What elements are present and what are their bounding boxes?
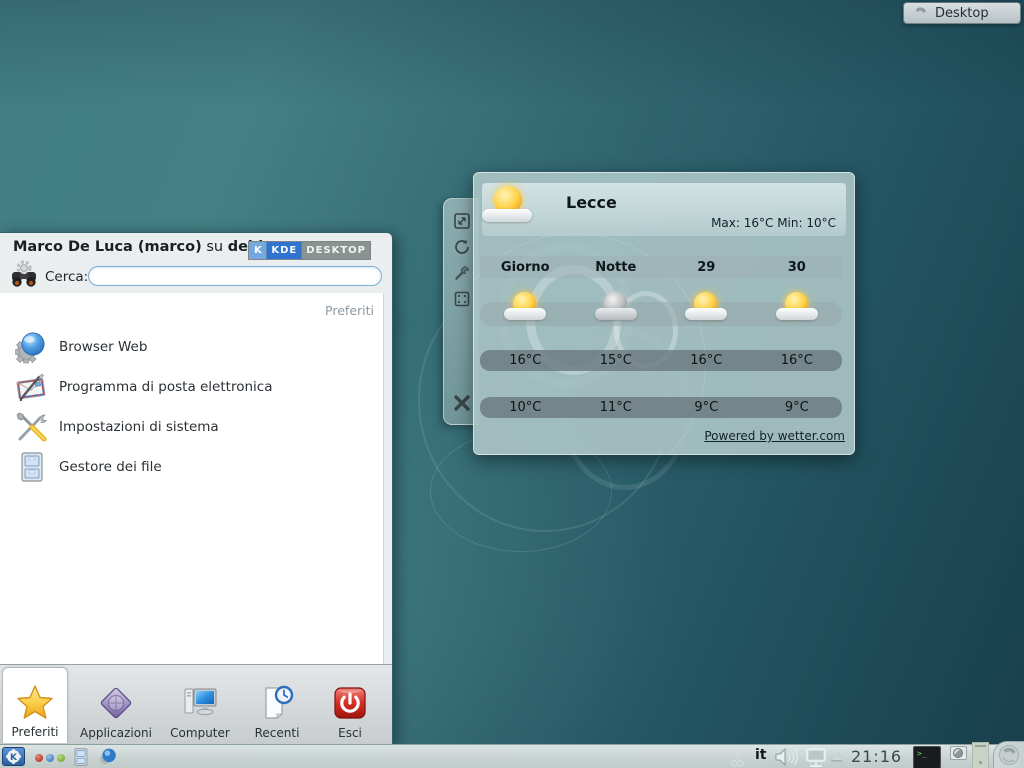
tab-applicazioni[interactable]: Applicazioni — [77, 668, 155, 744]
tab-label: Applicazioni — [80, 726, 152, 740]
favorite-item-label: Impostazioni di sistema — [59, 419, 219, 435]
search-input[interactable] — [88, 266, 382, 286]
low-temp: 9°C — [752, 400, 843, 415]
favorite-item-browser[interactable]: Browser Web — [0, 327, 384, 367]
weather-col: Giorno — [480, 260, 571, 275]
kmail-envelope-icon — [15, 370, 49, 404]
favorite-item-label: Browser Web — [59, 339, 147, 355]
weather-low-temps: 10°C 11°C 9°C 9°C — [480, 397, 842, 418]
resize-icon[interactable] — [453, 212, 471, 230]
weather-column-headers: Giorno Notte 29 30 — [480, 256, 842, 278]
weather-col: 30 — [752, 260, 843, 275]
quicklaunch-blue-icon[interactable] — [46, 754, 54, 762]
kickoff-tab-bar: Preferiti Applicazioni — [0, 664, 392, 744]
weather-col: 29 — [661, 260, 752, 275]
favorite-item-mail[interactable]: Programma di posta elettronica — [0, 367, 384, 407]
sun-cloud-icon — [502, 290, 548, 326]
sun-cloud-icon — [482, 183, 534, 227]
favorite-item-filemanager[interactable]: Gestore dei file — [0, 447, 384, 487]
digital-clock[interactable]: 21:16 — [851, 747, 902, 766]
high-temp: 15°C — [571, 353, 662, 368]
weather-header: Lecce Max: 16°C Min: 10°C — [482, 183, 846, 236]
kickoff-favorites-list: Preferiti — [0, 293, 391, 667]
file-manager-cabinet-icon[interactable] — [71, 747, 91, 767]
system-settings-tools-icon — [15, 410, 49, 444]
weather-tray-icon[interactable]: °C — [947, 745, 969, 768]
klipper-scissors-icon[interactable] — [727, 747, 748, 768]
configure-wrench-icon[interactable] — [453, 264, 471, 282]
computer-monitor-icon — [181, 684, 219, 722]
tab-computer[interactable]: Computer — [163, 668, 237, 744]
konqueror-globe-icon[interactable] — [99, 747, 118, 766]
konsole-terminal-icon[interactable]: >_ — [913, 746, 941, 768]
kickoff-user-title: Marco De Luca (marco) su debian — [13, 239, 283, 255]
weather-maxmin: Max: 16°C Min: 10°C — [711, 216, 836, 230]
low-temp: 9°C — [661, 400, 752, 415]
user-name: Marco De Luca (marco) — [13, 239, 202, 255]
low-temp: 10°C — [480, 400, 571, 415]
high-temp: 16°C — [752, 353, 843, 368]
power-icon — [331, 684, 369, 722]
bottom-panel: K — [0, 744, 1024, 768]
keyboard-layout-indicator[interactable]: it — [755, 747, 767, 763]
low-temp: 11°C — [571, 400, 662, 415]
high-temp: 16°C — [480, 353, 571, 368]
tray-expand-arrow-icon[interactable] — [831, 753, 843, 760]
sun-cloud-icon — [683, 290, 729, 326]
plasma-cashew-icon — [913, 6, 928, 21]
applications-diamond-icon — [97, 684, 135, 722]
wetter-credit-link[interactable]: Powered by wetter.com — [704, 429, 845, 443]
maximize-icon[interactable] — [453, 290, 471, 308]
search-binoculars-icon — [8, 259, 40, 291]
weather-high-temps: 16°C 15°C 16°C 16°C — [480, 350, 842, 371]
panel-cashew-icon[interactable] — [993, 741, 1024, 768]
close-icon[interactable] — [452, 393, 472, 413]
tab-label: Computer — [170, 726, 230, 740]
kde-k-menu-button[interactable]: K — [2, 747, 25, 766]
weather-city: Lecce — [566, 193, 617, 212]
tab-esci[interactable]: Esci — [319, 668, 381, 744]
tab-label: Esci — [338, 726, 362, 740]
panel-mini-widget-strip[interactable] — [972, 742, 989, 768]
weather-widget: Lecce Max: 16°C Min: 10°C Giorno Notte 2… — [473, 172, 855, 455]
network-monitor-icon[interactable] — [804, 748, 828, 767]
tab-preferiti[interactable]: Preferiti — [2, 667, 68, 743]
quicklaunch-green-icon[interactable] — [57, 754, 65, 762]
favorite-item-label: Gestore dei file — [59, 459, 162, 475]
volume-icon[interactable] — [774, 748, 799, 766]
desktop-root: Desktop Lecce Max: 16°C Min: 10°C Giorno — [0, 0, 1024, 768]
desktop-toolbox-label: Desktop — [935, 6, 989, 21]
file-manager-cabinet-icon — [15, 450, 49, 484]
favorite-item-label: Programma di posta elettronica — [59, 379, 272, 395]
tab-label: Preferiti — [12, 725, 59, 739]
desktop-badge-text: DESKTOP — [301, 242, 370, 259]
tab-label: Recenti — [255, 726, 300, 740]
kde-badge-icon: K — [249, 242, 267, 259]
recent-document-clock-icon — [258, 684, 296, 722]
scrollbar[interactable] — [383, 293, 391, 667]
weather-icon-row — [480, 302, 842, 326]
section-header: Preferiti — [325, 303, 374, 318]
weather-col: Notte — [571, 260, 662, 275]
svg-text:K: K — [10, 753, 18, 763]
kde-desktop-badge: K KDE DESKTOP — [248, 241, 371, 260]
star-icon — [16, 683, 54, 721]
search-label: Cerca: — [45, 269, 88, 285]
desktop-toolbox[interactable]: Desktop — [903, 2, 1021, 24]
kde-badge-text: KDE — [267, 242, 301, 259]
konqueror-globe-icon — [15, 330, 49, 364]
rotate-icon[interactable] — [453, 238, 471, 256]
title-separator: su — [206, 239, 223, 255]
sun-cloud-icon — [774, 290, 820, 326]
moon-cloud-icon — [593, 290, 639, 326]
quicklaunch-red-icon[interactable] — [35, 754, 43, 762]
kickoff-menu: Marco De Luca (marco) su debian K KDE DE… — [0, 232, 393, 745]
favorite-item-systemsettings[interactable]: Impostazioni di sistema — [0, 407, 384, 447]
tab-recenti[interactable]: Recenti — [243, 668, 311, 744]
high-temp: 16°C — [661, 353, 752, 368]
